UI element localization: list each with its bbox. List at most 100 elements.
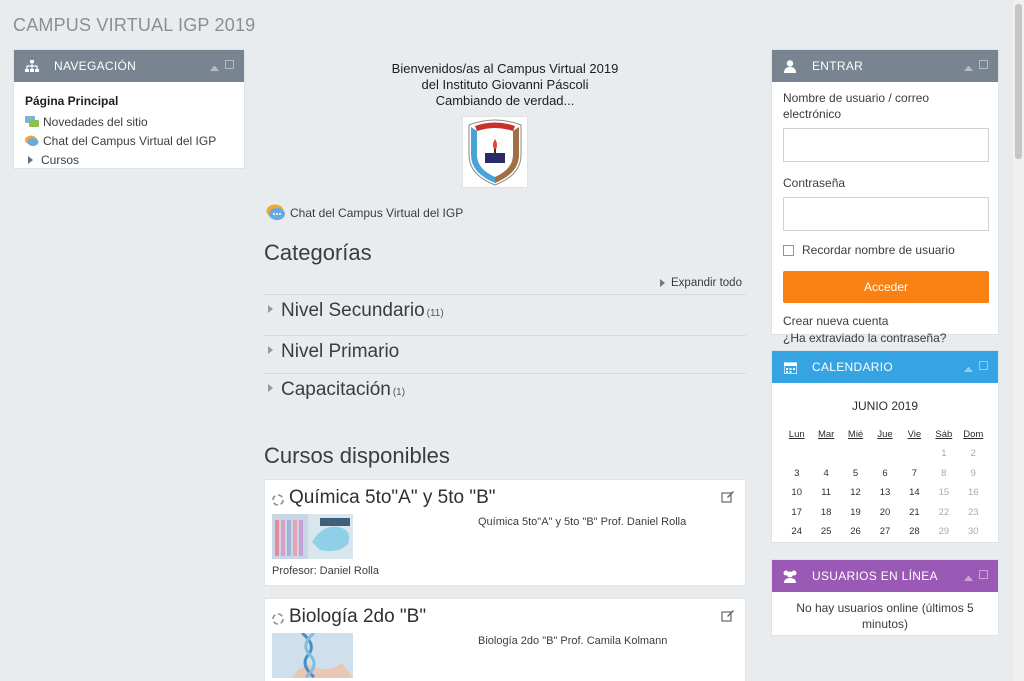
weekday-header: Jue (877, 429, 893, 440)
chevron-right-icon[interactable] (268, 346, 273, 354)
calendar-day[interactable]: 18 (811, 503, 840, 523)
calendar-day[interactable]: 15 (929, 483, 958, 503)
calendar-day[interactable]: 11 (811, 483, 840, 503)
category-name[interactable]: Capacitación (281, 379, 391, 401)
edit-icon[interactable] (721, 608, 735, 622)
remember-label: Recordar nombre de usuario (802, 243, 955, 257)
dock-icon[interactable] (979, 570, 988, 579)
sitemap-icon (24, 58, 40, 74)
course-image (272, 631, 353, 679)
chat-link[interactable]: Chat del Campus Virtual del IGP (266, 204, 463, 222)
calendar-icon (782, 359, 798, 375)
course-title-text[interactable]: Química 5to"A" y 5to "B" (289, 487, 496, 509)
scrollbar-thumb[interactable] (1015, 4, 1022, 159)
login-button[interactable]: Acceder (783, 271, 989, 303)
calendar-day[interactable]: 29 (929, 522, 958, 542)
site-title[interactable]: CAMPUS VIRTUAL IGP 2019 (13, 15, 255, 36)
category-name[interactable]: Nivel Primario (281, 341, 399, 363)
calendar-day[interactable]: 6 (870, 464, 899, 484)
calendar-day[interactable]: 7 (900, 464, 929, 484)
online-users-text: No hay usuarios online (últimos 5 minuto… (796, 601, 974, 631)
chevron-right-icon[interactable] (268, 305, 273, 313)
calendar-day (841, 444, 870, 464)
calendar-day[interactable]: 4 (811, 464, 840, 484)
category-primary[interactable]: Nivel Primario (268, 341, 401, 363)
expand-all-link[interactable]: Expandir todo (660, 277, 742, 289)
category-training[interactable]: Capacitación (1) (268, 379, 405, 401)
create-account-link[interactable]: Crear nueva cuenta (783, 313, 987, 330)
welcome-text: Bienvenidos/as al Campus Virtual 2019 de… (264, 61, 746, 109)
page-scrollbar[interactable] (1013, 0, 1024, 681)
calendar-day[interactable]: 16 (959, 483, 988, 503)
navigation-title: NAVEGACIÓN (54, 59, 137, 73)
category-count: (11) (426, 308, 444, 319)
calendar-day[interactable]: 5 (841, 464, 870, 484)
calendar-day[interactable]: 3 (782, 464, 811, 484)
calendar-day[interactable]: 23 (959, 503, 988, 523)
chevron-right-icon[interactable] (28, 155, 33, 164)
calendar-day[interactable]: 24 (782, 522, 811, 542)
calendar-day[interactable]: 12 (841, 483, 870, 503)
navigation-block: NAVEGACIÓN Página Principal Novedades de… (13, 49, 245, 169)
collapse-icon[interactable] (964, 363, 973, 372)
calendar-day[interactable]: 9 (959, 464, 988, 484)
calendar-day[interactable]: 25 (811, 522, 840, 542)
calendar-month[interactable]: JUNIO 2019 (772, 399, 998, 413)
calendar-day[interactable]: 28 (900, 522, 929, 542)
calendar-day[interactable]: 8 (929, 464, 958, 484)
nav-item-courses[interactable]: Cursos (25, 150, 233, 169)
remember-username[interactable]: Recordar nombre de usuario (783, 243, 987, 257)
nav-item-chat[interactable]: Chat del Campus Virtual del IGP (25, 131, 233, 150)
calendar-day[interactable]: 17 (782, 503, 811, 523)
calendar-day[interactable]: 20 (870, 503, 899, 523)
nav-item-news[interactable]: Novedades del sitio (25, 112, 233, 131)
weekday-header: Mié (847, 429, 864, 440)
calendar-day[interactable]: 30 (959, 522, 988, 542)
course-title[interactable]: Química 5to"A" y 5to "B" (271, 487, 496, 509)
course-image (272, 514, 353, 559)
expand-all-label: Expandir todo (671, 277, 742, 289)
forgot-password-link[interactable]: ¿Ha extraviado la contraseña? (783, 330, 987, 347)
course-summary: Biología 2do "B" Prof. Camila Kolmann (478, 635, 668, 647)
password-input[interactable] (783, 197, 989, 231)
dock-icon[interactable] (979, 60, 988, 69)
calendar-day[interactable]: 1 (929, 444, 958, 464)
chevron-right-icon[interactable] (268, 384, 273, 392)
calendar-day[interactable]: 26 (841, 522, 870, 542)
online-users-block: USUARIOS EN LÍNEA No hay usuarios online… (771, 559, 999, 636)
navigation-block-header: NAVEGACIÓN (14, 50, 244, 82)
calendar-day (870, 444, 899, 464)
calendar-day[interactable]: 21 (900, 503, 929, 523)
course-teacher[interactable]: Profesor: Daniel Rolla (272, 565, 379, 577)
calendar-day[interactable]: 2 (959, 444, 988, 464)
calendar-day[interactable]: 27 (870, 522, 899, 542)
online-users-title: USUARIOS EN LÍNEA (812, 569, 938, 583)
login-block: ENTRAR Nombre de usuario / correo electr… (771, 49, 999, 345)
calendar-day[interactable]: 13 (870, 483, 899, 503)
dock-icon[interactable] (979, 361, 988, 370)
collapse-icon[interactable] (964, 572, 973, 581)
collapse-icon[interactable] (210, 62, 219, 71)
calendar-day[interactable]: 19 (841, 503, 870, 523)
collapse-icon[interactable] (964, 62, 973, 71)
category-secondary[interactable]: Nivel Secundario (11) (268, 300, 444, 322)
login-title: ENTRAR (812, 59, 864, 73)
login-block-header: ENTRAR (772, 50, 998, 82)
dock-icon[interactable] (225, 60, 234, 69)
categories-heading: Categorías (264, 240, 372, 265)
chevron-right-icon (660, 279, 665, 287)
nav-home-link[interactable]: Página Principal (25, 94, 233, 108)
online-users-header: USUARIOS EN LÍNEA (772, 560, 998, 592)
category-name[interactable]: Nivel Secundario (281, 300, 425, 322)
course-title-text[interactable]: Biología 2do "B" (289, 606, 426, 628)
course-title[interactable]: Biología 2do "B" (271, 606, 426, 628)
username-input[interactable] (783, 128, 989, 162)
remember-checkbox[interactable] (783, 244, 794, 256)
calendar-day[interactable]: 14 (900, 483, 929, 503)
edit-icon[interactable] (721, 489, 735, 503)
chat-icon (25, 135, 39, 147)
calendar-day[interactable]: 10 (782, 483, 811, 503)
calendar-day[interactable]: 22 (929, 503, 958, 523)
nav-item-label: Chat del Campus Virtual del IGP (43, 133, 217, 148)
welcome-line: Bienvenidos/as al Campus Virtual 2019 (391, 61, 619, 76)
